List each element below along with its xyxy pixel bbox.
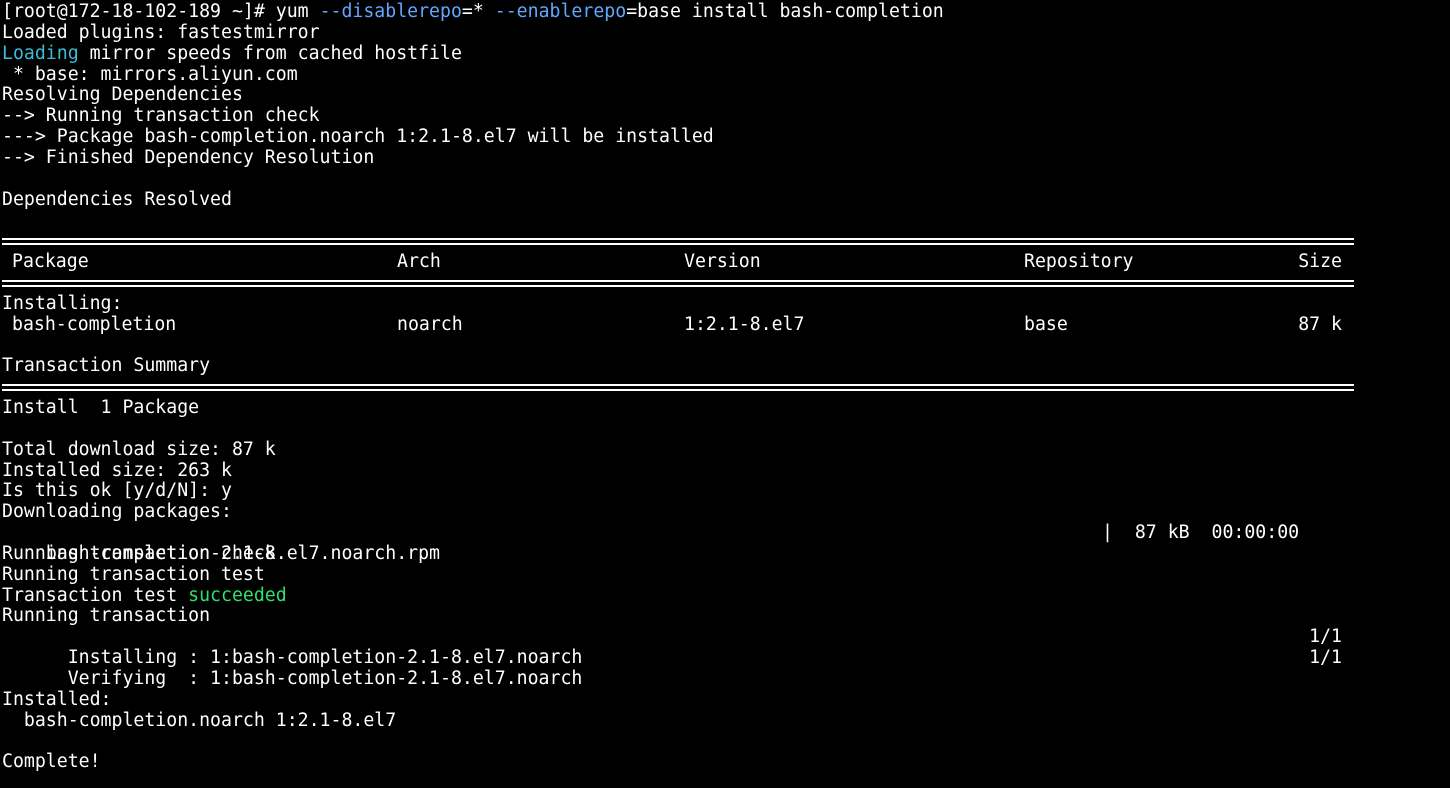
command-flag-enablerepo: --enablerepo <box>494 2 627 22</box>
output-tx-test-result: Transaction test succeeded <box>2 586 1450 607</box>
table-separator <box>2 377 1450 398</box>
output-transaction-summary: Transaction Summary <box>2 356 211 377</box>
header-version: Version <box>684 251 761 273</box>
loading-word: Loading <box>2 43 79 64</box>
output-package-install-note: ---> Package bash-completion.noarch 1:2.… <box>2 127 714 148</box>
command-rest: =base install bash-completion <box>626 2 944 22</box>
output-confirm-prompt: Is this ok [y/d/N]: y <box>2 481 232 502</box>
output-loading-mirrors: Loading mirror speeds from cached hostfi… <box>2 44 1450 65</box>
terminal-window[interactable]: [root@172-18-102-189 ~]# yum --disablere… <box>0 0 1450 788</box>
loading-rest: mirror speeds from cached hostfile <box>78 43 462 64</box>
table-installing-label: Installing: <box>2 293 123 314</box>
output-resolving: Resolving Dependencies <box>2 85 243 106</box>
output-install-count: Install 1 Package <box>2 398 200 419</box>
row-repository: base <box>1024 313 1068 335</box>
command-name: yum <box>275 2 320 22</box>
verifying-progress: 1/1 <box>1309 647 1342 669</box>
download-stats: | 87 kB 00:00:00 <box>1102 522 1300 544</box>
table-header-row: Package Arch Version Repository Size <box>2 251 1450 273</box>
output-installed-size: Installed size: 263 k <box>2 460 232 481</box>
output-finished-resolution: --> Finished Dependency Resolution <box>2 147 375 168</box>
header-repository: Repository <box>1024 251 1134 273</box>
output-installing-step: Installing : 1:bash-completion-2.1-8.el7… <box>2 626 1450 668</box>
installing-progress: 1/1 <box>1309 626 1342 648</box>
table-separator <box>2 273 1450 294</box>
output-base-mirror: * base: mirrors.aliyun.com <box>2 64 298 85</box>
tx-test-succeeded: succeeded <box>188 585 287 606</box>
output-running-tx-test: Running transaction test <box>2 564 265 585</box>
header-package: Package <box>12 251 89 273</box>
command-flag-disablerepo: --disablerepo <box>319 2 462 22</box>
header-size: Size <box>1298 251 1342 273</box>
output-total-download: Total download size: 87 k <box>2 439 276 460</box>
output-running-check: --> Running transaction check <box>2 106 320 127</box>
output-running-tx: Running transaction <box>2 606 211 627</box>
output-downloading: Downloading packages: <box>2 502 232 523</box>
download-file-name: bash-completion-2.1-8.el7.noarch.rpm <box>45 542 441 564</box>
output-verifying-step: Verifying : 1:bash-completion-2.1-8.el7.… <box>2 647 1450 689</box>
table-separator <box>2 231 1450 252</box>
output-deps-resolved: Dependencies Resolved <box>2 189 232 210</box>
row-version: 1:2.1-8.el7 <box>684 313 805 335</box>
shell-prompt: [root@172-18-102-189 ~]# <box>2 2 276 22</box>
tx-test-prefix: Transaction test <box>2 585 189 606</box>
output-download-file-row: bash-completion-2.1-8.el7.noarch.rpm | 8… <box>2 522 1450 564</box>
row-package: bash-completion <box>12 313 177 335</box>
verifying-step-text: Verifying : 1:bash-completion-2.1-8.el7.… <box>45 668 583 689</box>
output-installed-label: Installed: <box>2 689 112 710</box>
output-installed-package: bash-completion.noarch 1:2.1-8.el7 <box>2 710 397 731</box>
command-line: [root@172-18-102-189 ~]# yum --disablere… <box>2 2 1450 23</box>
row-arch: noarch <box>397 313 463 335</box>
output-loaded-plugins: Loaded plugins: fastestmirror <box>2 22 320 43</box>
header-arch: Arch <box>397 251 441 273</box>
command-flag-value-1: =* <box>461 2 495 22</box>
output-complete: Complete! <box>2 752 101 773</box>
row-size: 87 k <box>1298 313 1342 335</box>
table-row: bash-completion noarch 1:2.1-8.el7 base … <box>2 313 1450 336</box>
